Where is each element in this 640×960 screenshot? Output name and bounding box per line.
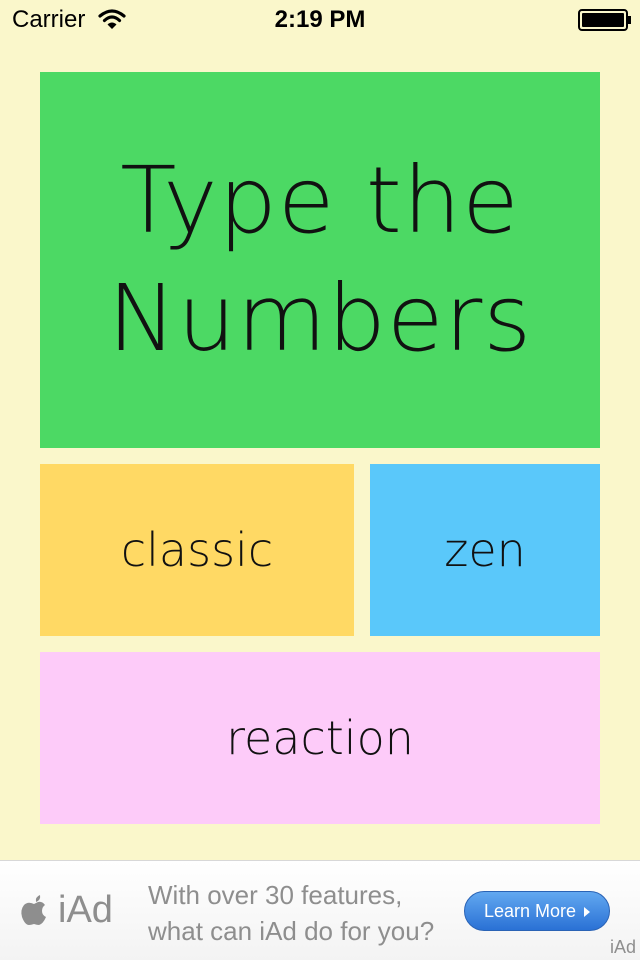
- iad-corner-label: iAd: [609, 937, 636, 957]
- app-title-tile: Type the Numbers: [40, 72, 600, 448]
- learn-more-button[interactable]: Learn More: [464, 891, 610, 931]
- classic-mode-label: classic: [120, 523, 274, 577]
- ad-message-line-2: what can iAd do for you?: [148, 916, 435, 946]
- battery-icon: [578, 9, 631, 31]
- iad-brand-label: iAd: [58, 889, 113, 931]
- zen-mode-button[interactable]: zen: [370, 464, 600, 636]
- chevron-right-icon: [584, 907, 591, 918]
- reaction-mode-button[interactable]: reaction: [40, 652, 600, 824]
- learn-more-label: Learn More: [483, 901, 577, 921]
- title-line-2: Numbers: [107, 265, 533, 372]
- clock-time: 2:19 PM: [274, 6, 366, 33]
- iad-banner[interactable]: iAd With over 30 features, what can iAd …: [0, 860, 640, 960]
- apple-icon: [21, 895, 46, 925]
- ad-message-line-1: With over 30 features,: [148, 880, 403, 910]
- classic-mode-button[interactable]: classic: [40, 464, 354, 636]
- status-bar: Carrier 2:19 PM: [0, 0, 640, 40]
- ad-message: With over 30 features, what can iAd do f…: [148, 877, 458, 949]
- title-line-1: Type the: [120, 147, 520, 254]
- zen-mode-label: zen: [444, 523, 526, 577]
- reaction-mode-label: reaction: [226, 711, 414, 765]
